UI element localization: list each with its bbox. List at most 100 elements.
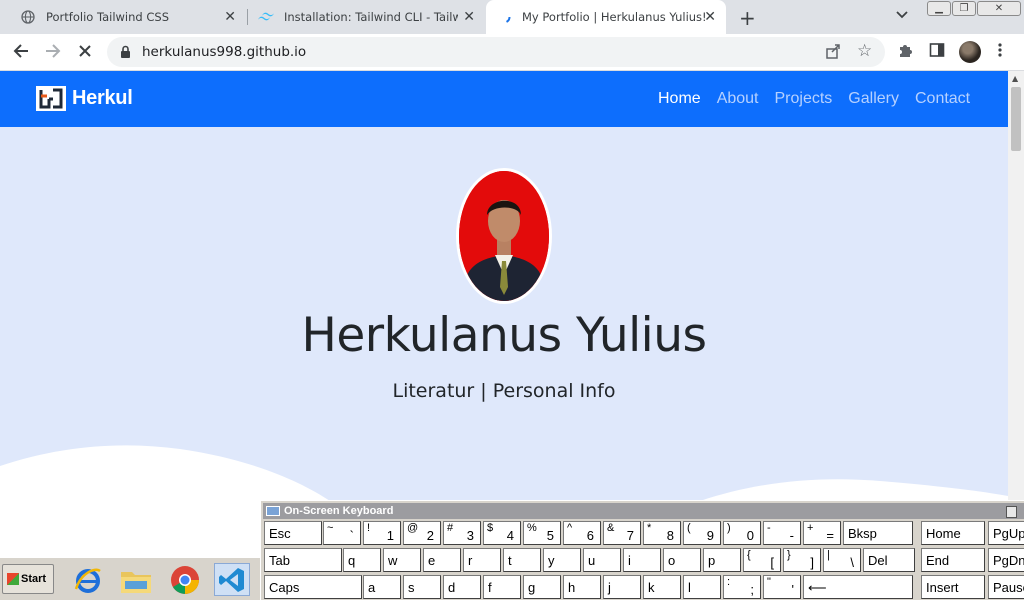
- osk-key[interactable]: #3: [443, 521, 481, 545]
- osk-key[interactable]: i: [623, 548, 661, 572]
- osk-key-label: y: [548, 553, 555, 568]
- nav-home[interactable]: Home: [658, 90, 701, 108]
- osk-key[interactable]: e: [423, 548, 461, 572]
- osk-key-label: r: [468, 553, 473, 568]
- osk-key[interactable]: * 8: [643, 521, 681, 545]
- osk-key[interactable]: ) 0: [723, 521, 761, 545]
- osk-key[interactable]: " ': [763, 575, 801, 599]
- vscode-icon[interactable]: [214, 563, 250, 596]
- osk-key[interactable]: Pause: [988, 575, 1024, 599]
- start-button[interactable]: Start: [2, 564, 54, 594]
- osk-key-label: a: [368, 580, 376, 595]
- osk-key[interactable]: o: [663, 548, 701, 572]
- osk-key[interactable]: Esc: [264, 521, 322, 545]
- osk-key[interactable]: r: [463, 548, 501, 572]
- nav-gallery[interactable]: Gallery: [848, 90, 899, 108]
- close-window-icon[interactable]: ✕: [977, 1, 1021, 16]
- extensions-puzzle-icon[interactable]: [897, 42, 914, 64]
- tab-tailwind-installation[interactable]: Installation: Tailwind CLI - Tailwind CS…: [248, 0, 485, 34]
- chrome-icon[interactable]: [167, 563, 203, 596]
- menu-kebab-icon[interactable]: [997, 42, 1003, 63]
- osk-key[interactable]: y: [543, 548, 581, 572]
- osk-key[interactable]: & 7: [603, 521, 641, 545]
- osk-key[interactable]: p: [703, 548, 741, 572]
- back-arrow-icon[interactable]: [12, 42, 30, 65]
- osk-key[interactable]: + =: [803, 521, 841, 545]
- osk-key[interactable]: @2: [403, 521, 441, 545]
- osk-key[interactable]: End: [921, 548, 985, 572]
- file-explorer-icon[interactable]: [118, 563, 154, 596]
- tab-my-portfolio[interactable]: My Portfolio | Herkulanus Yulius! ✕: [486, 0, 726, 34]
- osk-key[interactable]: --: [763, 521, 801, 545]
- osk-key[interactable]: PgDn: [988, 548, 1024, 572]
- osk-key[interactable]: % 5: [523, 521, 561, 545]
- osk-minimize-icon[interactable]: [1006, 506, 1017, 518]
- osk-key[interactable]: u: [583, 548, 621, 572]
- restore-window-icon[interactable]: ❐: [952, 1, 976, 16]
- osk-key[interactable]: d: [443, 575, 481, 599]
- osk-key[interactable]: s: [403, 575, 441, 599]
- osk-key[interactable]: j: [603, 575, 641, 599]
- profile-avatar[interactable]: [959, 41, 981, 63]
- osk-key[interactable]: Del: [863, 548, 915, 572]
- osk-key[interactable]: Bksp: [843, 521, 913, 545]
- osk-key[interactable]: :;: [723, 575, 761, 599]
- side-panel-icon[interactable]: [929, 42, 945, 63]
- forward-arrow-icon[interactable]: [44, 42, 62, 65]
- osk-key-label: 7: [626, 528, 634, 543]
- osk-key[interactable]: t: [503, 548, 541, 572]
- osk-key-shift-label: |: [827, 549, 830, 561]
- url-text[interactable]: herkulanus998.github.io: [142, 44, 306, 60]
- nav-projects[interactable]: Projects: [775, 90, 833, 108]
- osk-key[interactable]: ! 1: [363, 521, 401, 545]
- osk-key[interactable]: Home: [921, 521, 985, 545]
- address-bar[interactable]: herkulanus998.github.io ☆: [107, 37, 885, 67]
- osk-key[interactable]: Insert: [921, 575, 985, 599]
- osk-key[interactable]: ^ 6: [563, 521, 601, 545]
- osk-key[interactable]: ~ `: [323, 521, 361, 545]
- hero-subtitle: Literatur | Personal Info: [392, 380, 616, 402]
- osk-key[interactable]: PgUp: [988, 521, 1024, 545]
- tab-title: My Portfolio | Herkulanus Yulius!: [522, 10, 707, 24]
- close-tab-icon[interactable]: ✕: [704, 9, 716, 25]
- osk-key-shift-label: +: [807, 522, 814, 534]
- osk-key[interactable]: f: [483, 575, 521, 599]
- tab-title: Portfolio Tailwind CSS: [46, 10, 169, 24]
- scroll-up-icon[interactable]: ▲: [1012, 74, 1018, 83]
- osk-key[interactable]: w: [383, 548, 421, 572]
- new-tab-icon[interactable]: +: [739, 6, 756, 30]
- close-tab-icon[interactable]: ✕: [463, 9, 475, 25]
- lock-icon[interactable]: [120, 44, 131, 63]
- tab-portfolio-tailwind[interactable]: Portfolio Tailwind CSS ✕: [0, 0, 246, 34]
- osk-key-label: 8: [666, 528, 674, 543]
- osk-key[interactable]: ⟵: [803, 575, 913, 599]
- osk-key-label: Esc: [269, 526, 291, 541]
- osk-key[interactable]: }]: [783, 548, 821, 572]
- osk-key[interactable]: a: [363, 575, 401, 599]
- osk-key[interactable]: g: [523, 575, 561, 599]
- osk-key[interactable]: l: [683, 575, 721, 599]
- osk-key[interactable]: $4: [483, 521, 521, 545]
- tab-search-chevron-icon[interactable]: [896, 8, 908, 23]
- osk-key[interactable]: | \: [823, 548, 861, 572]
- osk-key-label: e: [428, 553, 436, 568]
- share-icon[interactable]: [825, 43, 841, 63]
- osk-key[interactable]: {[: [743, 548, 781, 572]
- osk-key[interactable]: Tab: [264, 548, 342, 572]
- nav-contact[interactable]: Contact: [915, 90, 970, 108]
- internet-explorer-icon[interactable]: [70, 563, 106, 596]
- stop-loading-icon[interactable]: [76, 42, 94, 65]
- close-tab-icon[interactable]: ✕: [224, 9, 236, 25]
- minimize-window-icon[interactable]: ▁: [927, 1, 951, 16]
- bookmark-star-icon[interactable]: ☆: [857, 41, 872, 61]
- osk-titlebar[interactable]: On-Screen Keyboard: [263, 503, 1024, 519]
- scrollbar-thumb[interactable]: [1011, 87, 1021, 151]
- osk-key[interactable]: Caps: [264, 575, 362, 599]
- osk-key[interactable]: k: [643, 575, 681, 599]
- osk-key[interactable]: h: [563, 575, 601, 599]
- site-brand[interactable]: Herkul: [36, 86, 133, 111]
- osk-key[interactable]: q: [343, 548, 381, 572]
- osk-key[interactable]: (9: [683, 521, 721, 545]
- osk-key-label: s: [408, 580, 415, 595]
- nav-about[interactable]: About: [717, 90, 759, 108]
